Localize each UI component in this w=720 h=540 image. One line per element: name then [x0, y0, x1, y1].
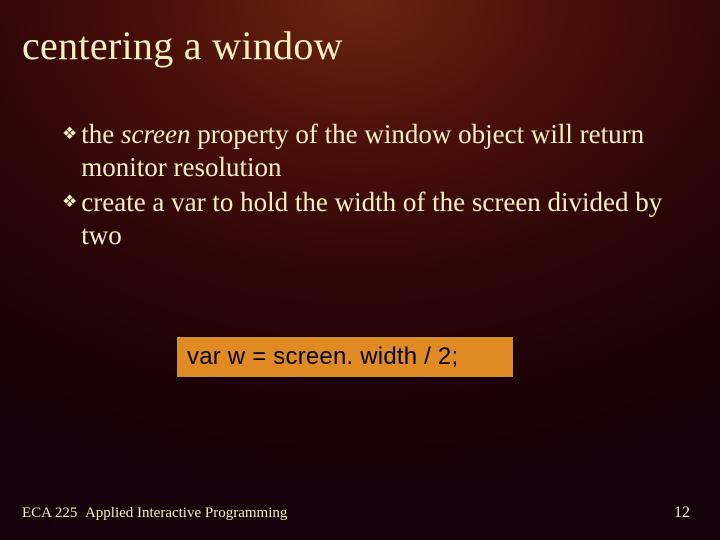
code-sample-text: var w = screen. width / 2; — [187, 343, 458, 371]
code-sample-box: var w = screen. width / 2; — [176, 336, 514, 378]
bullet-prefix: create a var to hold the width of the sc… — [81, 187, 662, 250]
slide: centering a window ❖ the screen property… — [0, 0, 720, 540]
bullet-list: ❖ the screen property of the window obje… — [62, 118, 674, 254]
diamond-bullet-icon: ❖ — [62, 118, 81, 145]
footer-course-title: Applied Interactive Programming — [85, 505, 287, 521]
bullet-text: the screen property of the window object… — [81, 118, 674, 184]
slide-title: centering a window — [22, 22, 343, 69]
bullet-text: create a var to hold the width of the sc… — [81, 186, 674, 252]
footer-left: ECA 225 Applied Interactive Programming — [22, 505, 287, 522]
bullet-prefix: the — [81, 119, 121, 149]
bullet-item: ❖ create a var to hold the width of the … — [62, 186, 674, 252]
bullet-item: ❖ the screen property of the window obje… — [62, 118, 674, 184]
page-number: 12 — [674, 504, 690, 522]
diamond-bullet-icon: ❖ — [62, 186, 81, 213]
footer-course-code: ECA 225 — [22, 505, 77, 521]
bullet-italic: screen — [121, 119, 190, 149]
